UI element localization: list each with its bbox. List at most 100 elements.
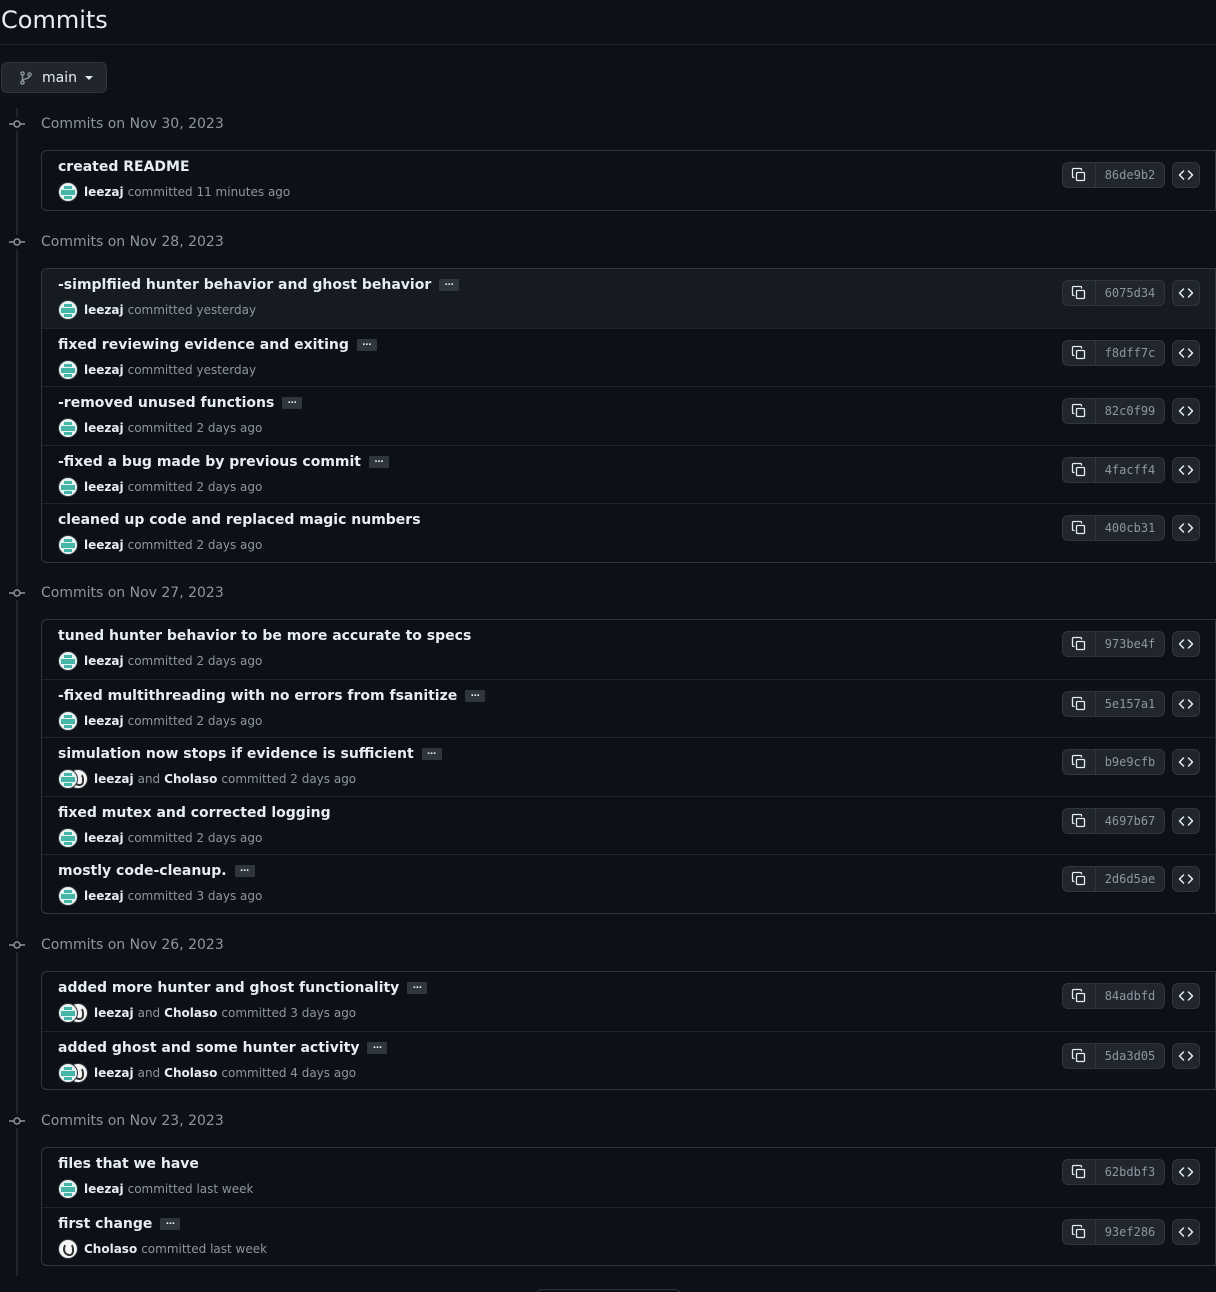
code-icon[interactable] (1172, 1042, 1200, 1069)
commit-row[interactable]: fixed reviewing evidence and exiting … lee… (42, 327, 1215, 387)
expand-description-button[interactable]: … (407, 982, 428, 994)
commit-row[interactable]: simulation now stops if evidence is suff… (42, 737, 1215, 796)
code-icon[interactable] (1172, 631, 1200, 657)
commit-sha-link[interactable]: 93ef286 (1096, 1220, 1164, 1244)
copy-icon[interactable] (1063, 750, 1096, 774)
expand-description-button[interactable]: … (439, 279, 460, 291)
copy-icon[interactable] (1063, 867, 1096, 891)
commit-message-link[interactable]: -simplfiied hunter behavior and ghost be… (58, 277, 431, 293)
commit-message-link[interactable]: -fixed a bug made by previous commit (58, 454, 361, 470)
commit-sha-link[interactable]: f8dff7c (1096, 341, 1164, 365)
commit-sha-link[interactable]: 82c0f99 (1096, 399, 1164, 423)
copy-icon[interactable] (1063, 281, 1096, 305)
author-link[interactable]: leezaj (84, 654, 124, 668)
commit-row[interactable]: -removed unused functions … leezaj committe… (42, 386, 1215, 445)
code-icon[interactable] (1172, 807, 1200, 834)
author-link[interactable]: leezaj (84, 185, 124, 199)
copy-icon[interactable] (1063, 1043, 1096, 1068)
commit-sha-link[interactable]: 5e157a1 (1096, 692, 1164, 716)
commit-sha-link[interactable]: 6075d34 (1096, 281, 1164, 305)
commit-sha-link[interactable]: 84adbfd (1096, 984, 1164, 1008)
commit-message-link[interactable]: first change (58, 1216, 152, 1232)
commit-message-link[interactable]: files that we have (58, 1156, 199, 1172)
commit-row[interactable]: tuned hunter behavior to be more accurat… (42, 620, 1215, 679)
author-link[interactable]: Cholaso (164, 1066, 217, 1080)
commit-message-link[interactable]: created README (58, 159, 190, 175)
copy-icon[interactable] (1063, 632, 1096, 656)
author-link[interactable]: leezaj (84, 538, 124, 552)
commit-row[interactable]: -fixed a bug made by previous commit … lee… (42, 444, 1215, 504)
copy-icon[interactable] (1063, 163, 1096, 187)
copy-icon[interactable] (1063, 808, 1096, 833)
copy-icon[interactable] (1063, 340, 1096, 365)
code-icon[interactable] (1172, 866, 1200, 892)
commit-message-link[interactable]: simulation now stops if evidence is suff… (58, 746, 414, 762)
expand-description-button[interactable]: … (421, 748, 442, 760)
author-link[interactable]: Cholaso (164, 1006, 217, 1020)
commit-sha-link[interactable]: b9e9cfb (1096, 750, 1164, 774)
code-icon[interactable] (1172, 983, 1200, 1009)
commit-message-link[interactable]: -removed unused functions (58, 395, 274, 411)
code-icon[interactable] (1172, 515, 1200, 541)
author-link[interactable]: leezaj (94, 1066, 134, 1080)
copy-icon[interactable] (1063, 984, 1096, 1008)
commit-message-link[interactable]: added more hunter and ghost functionalit… (58, 980, 399, 996)
author-link[interactable]: leezaj (84, 303, 124, 317)
author-link[interactable]: leezaj (84, 480, 124, 494)
author-link[interactable]: leezaj (84, 889, 124, 903)
commit-sha-link[interactable]: 973be4f (1096, 632, 1164, 656)
author-link[interactable]: leezaj (84, 714, 124, 728)
code-icon[interactable] (1172, 749, 1200, 775)
commit-message-link[interactable]: tuned hunter behavior to be more accurat… (58, 628, 471, 644)
commit-sha-link[interactable]: 4697b67 (1096, 809, 1164, 833)
code-icon[interactable] (1172, 398, 1200, 424)
copy-icon[interactable] (1063, 457, 1096, 482)
copy-icon[interactable] (1063, 516, 1096, 540)
code-icon[interactable] (1172, 1218, 1200, 1245)
expand-description-button[interactable]: … (367, 1041, 388, 1054)
commit-sha-link[interactable]: 62bdbf3 (1096, 1160, 1164, 1184)
commit-message-link[interactable]: mostly code-cleanup. (58, 863, 227, 879)
code-icon[interactable] (1172, 339, 1200, 366)
commit-row[interactable]: cleaned up code and replaced magic numbe… (42, 503, 1215, 562)
code-icon[interactable] (1172, 690, 1200, 717)
copy-icon[interactable] (1063, 1160, 1096, 1184)
expand-description-button[interactable]: … (282, 397, 303, 409)
commit-sha-link[interactable]: 4facff4 (1096, 458, 1164, 482)
commit-message-link[interactable]: added ghost and some hunter activity (58, 1040, 359, 1056)
commit-message-link[interactable]: fixed mutex and corrected logging (58, 805, 331, 821)
expand-description-button[interactable]: … (368, 455, 389, 468)
commit-message-link[interactable]: cleaned up code and replaced magic numbe… (58, 512, 421, 528)
author-link[interactable]: Cholaso (164, 772, 217, 786)
code-icon[interactable] (1172, 456, 1200, 483)
commit-sha-link[interactable]: 2d6d5ae (1096, 867, 1164, 891)
commit-row[interactable]: first change … Cholaso committed last week 9… (42, 1206, 1215, 1266)
author-link[interactable]: leezaj (84, 1182, 124, 1196)
branch-selector-button[interactable]: main (1, 62, 107, 93)
commit-row[interactable]: added ghost and some hunter activity … lee… (42, 1030, 1215, 1090)
commit-message-link[interactable]: fixed reviewing evidence and exiting (58, 337, 349, 353)
expand-description-button[interactable]: … (465, 689, 486, 702)
commit-sha-link[interactable]: 400cb31 (1096, 516, 1164, 540)
author-link[interactable]: leezaj (84, 831, 124, 845)
commit-row[interactable]: mostly code-cleanup. … leezaj committed 3 d… (42, 854, 1215, 913)
expand-description-button[interactable]: … (160, 1217, 181, 1230)
author-link[interactable]: leezaj (84, 421, 124, 435)
commit-sha-link[interactable]: 86de9b2 (1096, 163, 1164, 187)
code-icon[interactable] (1172, 1159, 1200, 1185)
commit-message-link[interactable]: -fixed multithreading with no errors fro… (58, 688, 457, 704)
author-link[interactable]: leezaj (94, 1006, 134, 1020)
expand-description-button[interactable]: … (356, 338, 377, 351)
expand-description-button[interactable]: … (234, 865, 255, 877)
commit-row[interactable]: added more hunter and ghost functionalit… (42, 972, 1215, 1031)
author-link[interactable]: leezaj (84, 363, 124, 377)
code-icon[interactable] (1172, 280, 1200, 306)
commit-row[interactable]: created README leezaj committed 11 minutes… (42, 151, 1215, 210)
commit-row[interactable]: -fixed multithreading with no errors fro… (42, 678, 1215, 738)
code-icon[interactable] (1172, 162, 1200, 188)
commit-row[interactable]: fixed mutex and corrected logging leezaj c… (42, 795, 1215, 855)
copy-icon[interactable] (1063, 1219, 1096, 1244)
author-link[interactable]: Cholaso (84, 1242, 137, 1256)
author-link[interactable]: leezaj (94, 772, 134, 786)
commit-row[interactable]: files that we have leezaj committed last w… (42, 1148, 1215, 1207)
